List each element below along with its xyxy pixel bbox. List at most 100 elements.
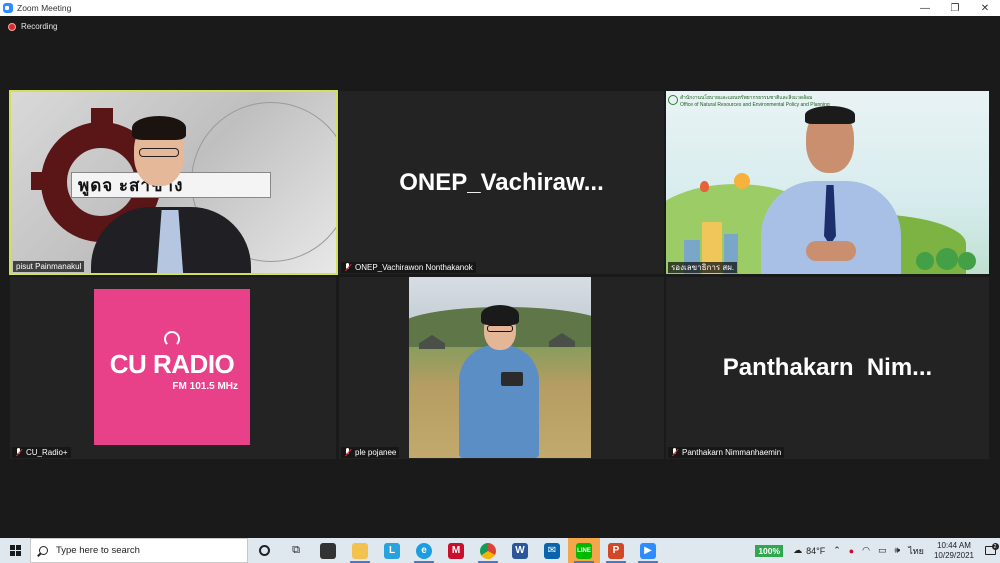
file-explorer-button[interactable] <box>344 538 376 563</box>
clock-time: 10:44 AM <box>937 540 971 550</box>
notification-icon: 2 <box>984 543 999 555</box>
video-tile-panthakarn[interactable]: Panthakarn Nim... Panthakarn Nimmanhaemi… <box>666 277 989 459</box>
restore-button[interactable]: ❐ <box>940 0 970 16</box>
edge-button[interactable]: e <box>408 538 440 563</box>
window-controls: — ❐ ✕ <box>910 0 1000 16</box>
onep-header-english: Office of Natural Resources and Environm… <box>680 102 830 108</box>
chrome-icon <box>480 542 496 559</box>
recording-dot-icon <box>8 22 16 31</box>
mcafee-icon: M <box>448 542 464 559</box>
video-tile-pisut[interactable]: พูดจ ะสาช่าง pisut Painmanakul <box>9 90 338 275</box>
minimize-button[interactable]: — <box>910 0 940 16</box>
participant-name-tag: รองเลขาธิการ สผ. <box>668 262 738 273</box>
volume-icon[interactable]: 🕪 <box>895 545 901 556</box>
zoom-app-icon <box>3 3 13 13</box>
battery-icon[interactable]: ▭ <box>878 545 887 556</box>
task-view-icon: ⧉ <box>292 544 300 556</box>
chevron-up-icon[interactable]: ⌃ <box>833 545 841 556</box>
wifi-icon[interactable]: ◠ <box>862 545 870 556</box>
lync-button[interactable]: L <box>376 538 408 563</box>
cortana-button[interactable] <box>248 538 280 563</box>
participant-glasses <box>487 325 513 332</box>
window-title: Zoom Meeting <box>17 3 72 13</box>
balloon-graphic <box>700 181 709 192</box>
participant-name-tag: Panthakarn Nimmanhaemin <box>668 447 785 458</box>
start-button[interactable] <box>0 538 30 563</box>
gear-tooth-graphic <box>31 172 53 190</box>
powerpoint-icon: P <box>608 542 624 559</box>
search-icon <box>39 546 48 555</box>
video-tile-ple-pojanee[interactable]: ple pojanee <box>339 277 664 459</box>
temperature[interactable]: 84°F <box>806 546 825 556</box>
participant-hair <box>805 106 855 124</box>
participant-name: pisut Painmanakul <box>16 262 82 271</box>
tree-graphic <box>936 248 958 270</box>
file-explorer-icon <box>352 542 368 559</box>
participant-name: Panthakarn Nimmanhaemin <box>682 448 782 457</box>
camera-icon <box>501 372 523 386</box>
notification-center-button[interactable]: 2 <box>980 538 1000 563</box>
title-bar: Zoom Meeting — ❐ ✕ <box>0 0 1000 16</box>
participant-display-name: ONEP_Vachiraw... <box>399 168 604 196</box>
clock-date: 10/29/2021 <box>933 550 974 560</box>
input-language[interactable]: ไทย <box>908 544 924 558</box>
close-button[interactable]: ✕ <box>970 0 1000 16</box>
participant-name: ple pojanee <box>355 448 397 457</box>
windows-logo-icon <box>9 545 21 556</box>
onep-logo-icon <box>668 95 678 105</box>
radio-wave-icon <box>164 331 180 347</box>
cu-radio-frequency: FM 101.5 MHz <box>172 381 238 392</box>
participant-hair <box>132 116 186 140</box>
mic-muted-icon <box>671 448 678 457</box>
taskbar-search[interactable]: Type here to search <box>30 538 248 563</box>
edge-icon: e <box>416 542 432 559</box>
tree-graphic <box>958 252 976 270</box>
participant-name-tag: pisut Painmanakul <box>13 261 85 272</box>
participant-name-tag: ONEP_Vachirawon Nonthakanok <box>341 262 476 273</box>
zoom-icon: ▶ <box>640 542 656 559</box>
participant-name-tag: CU_Radio+ <box>12 447 71 458</box>
cu-radio-logo-text: CU RADIO <box>109 349 235 379</box>
search-placeholder: Type here to search <box>56 545 140 556</box>
zoom-window: Zoom Meeting — ❐ ✕ Recording พูดจ ะสาช่า… <box>0 0 1000 538</box>
sun-graphic <box>734 173 750 189</box>
participant-hands <box>806 241 856 261</box>
participant-name: รองเลขาธิการ สผ. <box>671 263 735 272</box>
cortana-icon <box>258 545 270 556</box>
zoom-taskbar-button[interactable]: ▶ <box>632 538 664 563</box>
video-tile-onep-vachirawon[interactable]: ONEP_Vachiraw... ONEP_Vachirawon Nonthak… <box>339 91 664 274</box>
participant-photo <box>409 277 591 458</box>
clock[interactable]: 10:44 AM 10/29/2021 <box>934 541 974 560</box>
participant-display-name: Panthakarn Nim... <box>722 354 933 381</box>
video-tile-cu-radio[interactable]: CU RADIO FM 101.5 MHz CU_Radio+ <box>10 277 336 459</box>
mcafee-button[interactable]: M <box>440 538 472 563</box>
store-icon <box>320 542 336 559</box>
system-tray: 100% ☁ 84°F ⌃ ● ◠ ▭ 🕪 ไทย 10:44 AM 10/29… <box>755 538 1000 563</box>
outlook-button[interactable]: ✉ <box>536 538 568 563</box>
mic-muted-icon <box>15 448 22 457</box>
gear-tooth-graphic <box>91 108 113 126</box>
video-tile-onep-deputy[interactable]: สำนักงานนโยบายและแผนทรัพยากรธรรมชาติและส… <box>666 91 989 274</box>
store-button[interactable] <box>312 538 344 563</box>
chrome-button[interactable] <box>472 538 504 563</box>
mcafee-tray-icon[interactable]: ● <box>849 546 854 556</box>
recording-indicator[interactable]: Recording <box>8 22 57 31</box>
participant-body <box>459 345 539 458</box>
battery-percentage[interactable]: 100% <box>755 544 784 557</box>
onep-header-thai: สำนักงานนโยบายและแผนทรัพยากรธรรมชาติและส… <box>680 95 813 101</box>
windows-taskbar: Type here to search ⧉ L e M W ✉ LINE P ▶… <box>0 538 1000 563</box>
task-view-button[interactable]: ⧉ <box>280 538 312 563</box>
participant-name: CU_Radio+ <box>26 448 68 457</box>
participant-name: ONEP_Vachirawon Nonthakanok <box>355 263 473 272</box>
line-icon: LINE <box>576 542 592 559</box>
participant-glasses <box>139 148 179 157</box>
powerpoint-button[interactable]: P <box>600 538 632 563</box>
outlook-icon: ✉ <box>544 542 560 559</box>
participant-name-tag: ple pojanee <box>341 447 400 458</box>
line-button[interactable]: LINE <box>568 538 600 563</box>
notification-count: 2 <box>991 543 999 550</box>
lync-icon: L <box>384 542 400 559</box>
tree-graphic <box>916 252 934 270</box>
word-button[interactable]: W <box>504 538 536 563</box>
participant-hair <box>481 305 519 325</box>
